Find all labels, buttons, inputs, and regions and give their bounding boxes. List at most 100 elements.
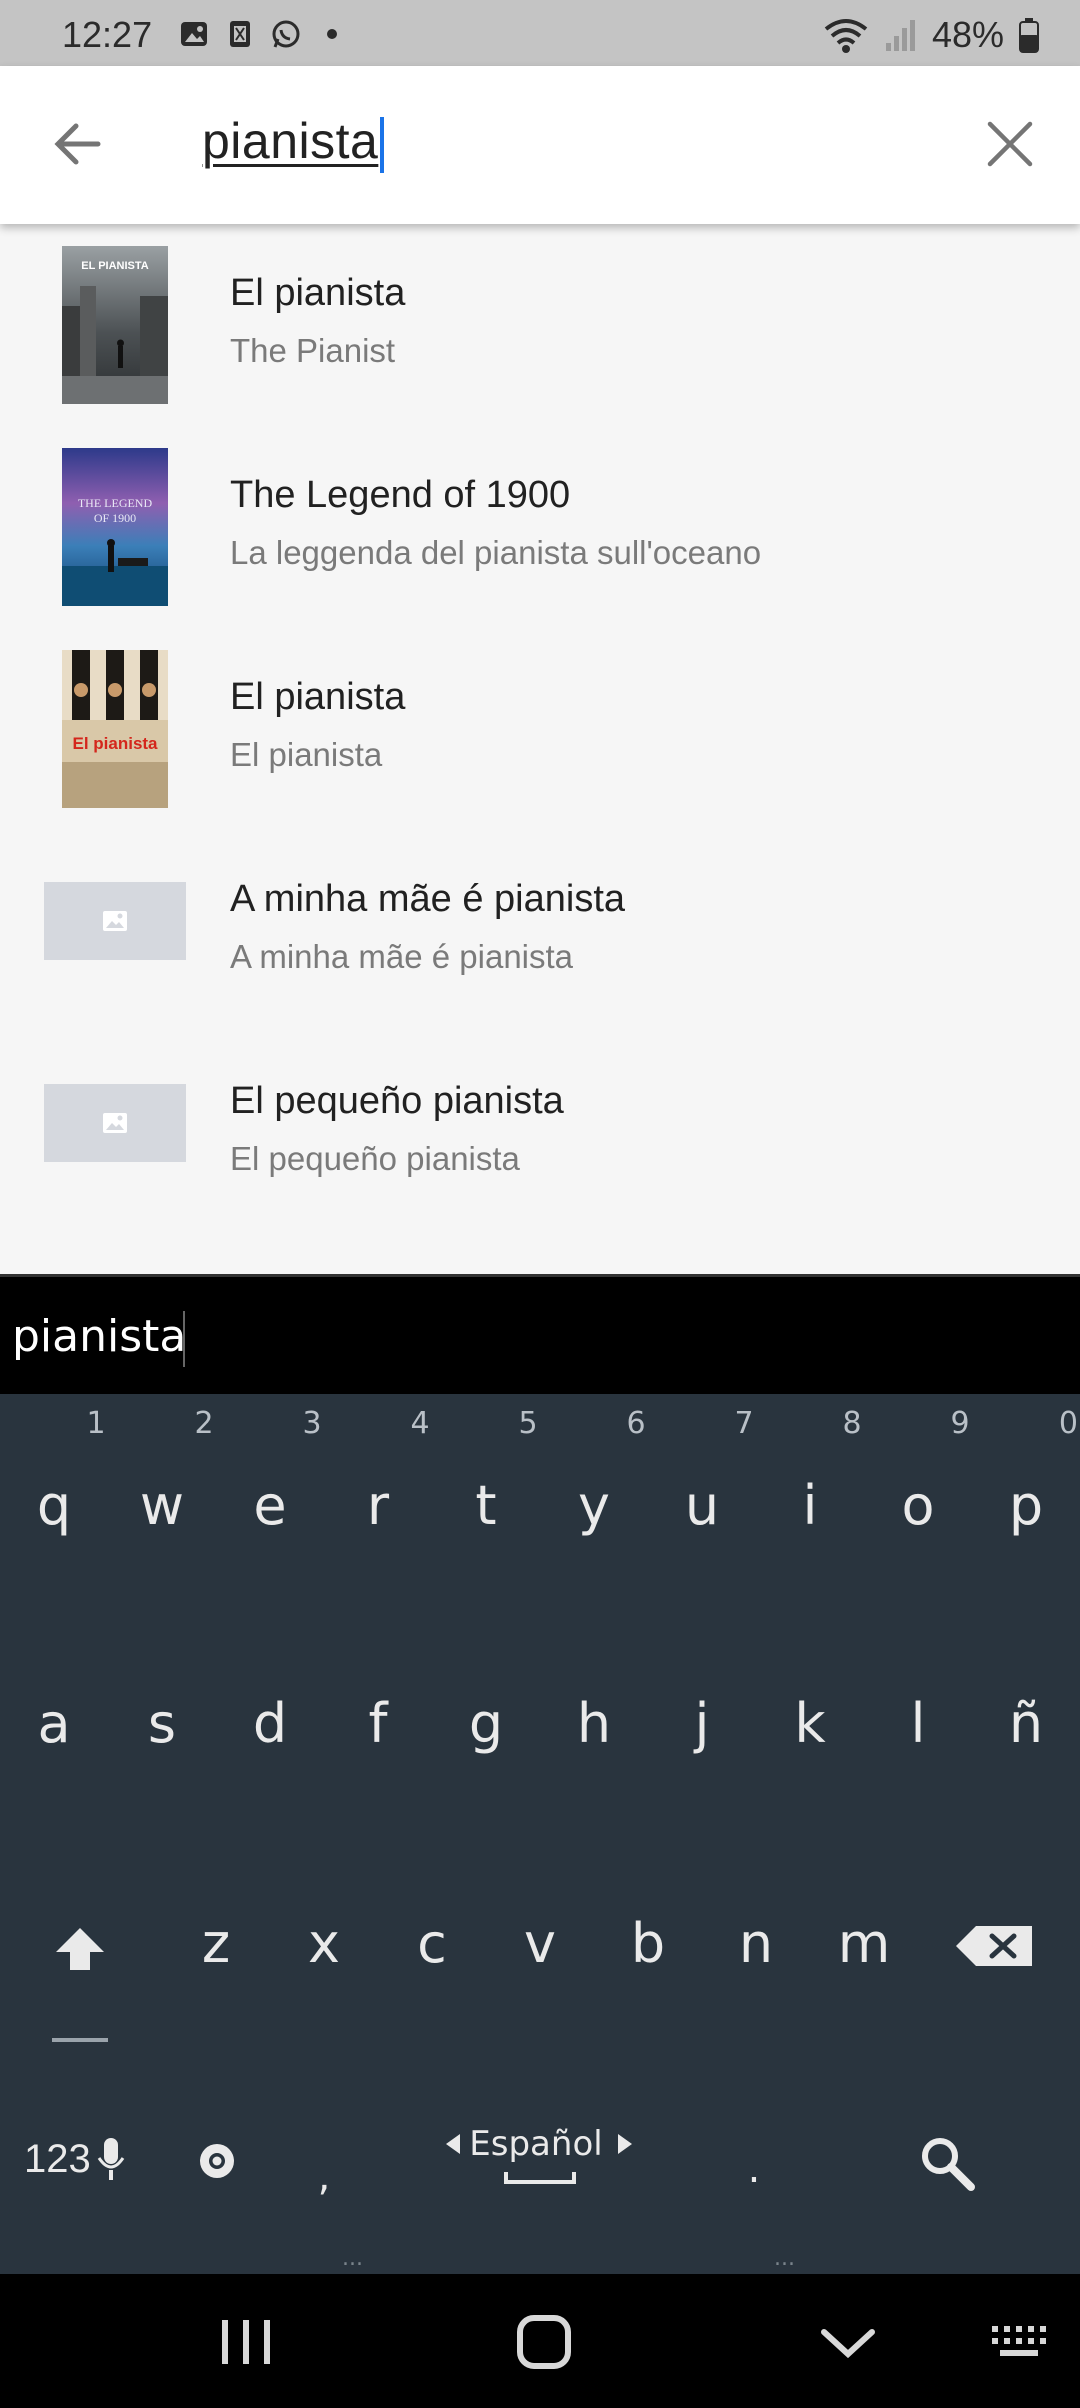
key-t[interactable]: t bbox=[436, 1474, 536, 1537]
result-subtitle: La leggenda del pianista sull'oceano bbox=[230, 534, 762, 571]
key-number-hint: 6 bbox=[626, 1406, 646, 1441]
keyboard-dots-right: ... bbox=[774, 2246, 795, 2271]
key-d[interactable]: d bbox=[220, 1692, 320, 1755]
key-r[interactable]: r bbox=[328, 1474, 428, 1537]
key-comma[interactable]: , bbox=[274, 2154, 374, 2200]
close-icon[interactable] bbox=[984, 118, 1036, 170]
text-cursor bbox=[380, 116, 385, 173]
image-placeholder-icon bbox=[103, 911, 127, 931]
key-c[interactable]: c bbox=[382, 1912, 482, 1975]
key-m[interactable]: m bbox=[814, 1912, 914, 1975]
search-bar: pianista bbox=[0, 66, 1080, 224]
key-b[interactable]: b bbox=[598, 1912, 698, 1975]
key-number-hint: 7 bbox=[734, 1406, 754, 1441]
result-title: El pequeño pianista bbox=[230, 1080, 564, 1122]
shift-icon[interactable] bbox=[52, 1924, 108, 1974]
language-label: Español bbox=[469, 2124, 603, 2164]
result-subtitle: A minha mãe é pianista bbox=[230, 938, 574, 975]
key-number-hint: 9 bbox=[950, 1406, 970, 1441]
result-item[interactable]: A minha mãe é pianista A minha mãe é pia… bbox=[0, 830, 1080, 1032]
result-title: The Legend of 1900 bbox=[230, 474, 571, 516]
suggestion-word[interactable]: pianista bbox=[12, 1311, 186, 1362]
result-item[interactable]: El pianista El pianista El pianista bbox=[0, 628, 1080, 830]
result-title: El pianista bbox=[230, 676, 406, 718]
numbers-mode-label: 123 bbox=[24, 2136, 91, 2181]
shift-indicator bbox=[52, 2038, 108, 2042]
image-placeholder-icon bbox=[103, 1113, 127, 1133]
key-g[interactable]: g bbox=[436, 1692, 536, 1755]
backspace-icon[interactable] bbox=[954, 1922, 1036, 1970]
poster-art bbox=[62, 539, 168, 606]
keyboard: 1 2 3 4 5 6 7 8 9 0 q w e r t y u i o p … bbox=[0, 1394, 1080, 2274]
key-h[interactable]: h bbox=[544, 1692, 644, 1755]
key-number-hint: 2 bbox=[194, 1406, 214, 1441]
key-w[interactable]: w bbox=[112, 1474, 212, 1537]
key-o[interactable]: o bbox=[868, 1474, 968, 1537]
gallery-icon bbox=[181, 22, 207, 46]
poster-title-text: THE LEGEND OF 1900 bbox=[77, 496, 153, 525]
key-y[interactable]: y bbox=[544, 1474, 644, 1537]
image-placeholder bbox=[44, 882, 186, 960]
key-f[interactable]: f bbox=[328, 1692, 428, 1755]
notification-icons bbox=[178, 18, 348, 50]
result-item[interactable]: EL PIANISTA El pianista The Pianist bbox=[0, 224, 1080, 426]
key-q[interactable]: q bbox=[4, 1474, 104, 1537]
suggestion-divider bbox=[183, 1311, 185, 1367]
dot-icon bbox=[327, 29, 337, 39]
result-item[interactable]: El pequeño pianista El pequeño pianista bbox=[0, 1032, 1080, 1234]
back-arrow-icon[interactable] bbox=[48, 114, 108, 174]
key-number-hint: 1 bbox=[86, 1406, 106, 1441]
key-s[interactable]: s bbox=[112, 1692, 212, 1755]
whatsapp-icon bbox=[272, 20, 300, 48]
search-results-list: EL PIANISTA El pianista The Pianist THE … bbox=[0, 224, 1080, 1274]
microphone-icon[interactable] bbox=[95, 2136, 127, 2182]
numbers-mode-key[interactable]: 123 bbox=[24, 2136, 127, 2182]
result-subtitle: El pianista bbox=[230, 736, 383, 773]
key-z[interactable]: z bbox=[166, 1912, 266, 1975]
result-title: A minha mãe é pianista bbox=[230, 878, 626, 920]
poster-title-text: EL PIANISTA bbox=[81, 260, 149, 272]
signal-icon bbox=[885, 20, 915, 51]
spacebar[interactable]: Español bbox=[436, 2124, 636, 2194]
key-n[interactable]: n bbox=[706, 1912, 806, 1975]
key-number-hint: 0 bbox=[1058, 1406, 1078, 1441]
key-l[interactable]: l bbox=[868, 1692, 968, 1755]
key-n-tilde[interactable]: ñ bbox=[976, 1692, 1076, 1755]
settings-gear-icon[interactable] bbox=[194, 2138, 240, 2184]
keyboard-toggle-icon[interactable] bbox=[990, 2312, 1054, 2372]
search-input[interactable]: pianista bbox=[202, 112, 385, 173]
key-period[interactable]: . bbox=[704, 2146, 804, 2192]
key-x[interactable]: x bbox=[274, 1912, 374, 1975]
key-a[interactable]: a bbox=[4, 1692, 104, 1755]
keyboard-suggestion-bar: pianista bbox=[0, 1274, 1080, 1397]
movie-poster: EL PIANISTA bbox=[62, 246, 168, 404]
recent-apps-icon[interactable] bbox=[214, 2312, 278, 2372]
result-item[interactable]: THE LEGEND OF 1900 The Legend of 1900 La… bbox=[0, 426, 1080, 628]
wifi-icon bbox=[824, 19, 868, 53]
key-v[interactable]: v bbox=[490, 1912, 590, 1975]
status-bar: 12:27 48% bbox=[0, 0, 1080, 66]
system-navigation-bar bbox=[0, 2274, 1080, 2408]
movie-poster: THE LEGEND OF 1900 bbox=[62, 448, 168, 606]
chevron-down-icon[interactable] bbox=[816, 2312, 880, 2372]
app-notification-icon bbox=[230, 21, 250, 47]
key-number-hint: 4 bbox=[410, 1406, 430, 1441]
result-title: El pianista bbox=[230, 272, 406, 314]
result-subtitle: El pequeño pianista bbox=[230, 1140, 520, 1177]
key-j[interactable]: j bbox=[652, 1692, 752, 1755]
search-icon[interactable] bbox=[918, 2134, 976, 2192]
poster-art bbox=[62, 650, 168, 808]
poster-title-text: El pianista bbox=[72, 734, 158, 753]
status-time: 12:27 bbox=[62, 14, 153, 55]
key-k[interactable]: k bbox=[760, 1692, 860, 1755]
movie-poster: El pianista bbox=[62, 650, 168, 808]
home-icon[interactable] bbox=[512, 2312, 576, 2372]
language-right-arrow-icon[interactable] bbox=[616, 2132, 634, 2156]
key-u[interactable]: u bbox=[652, 1474, 752, 1537]
key-i[interactable]: i bbox=[760, 1474, 860, 1537]
key-e[interactable]: e bbox=[220, 1474, 320, 1537]
search-query-text: pianista bbox=[202, 113, 379, 169]
battery-icon bbox=[1019, 18, 1039, 53]
key-p[interactable]: p bbox=[976, 1474, 1076, 1537]
keyboard-dots-left: ... bbox=[342, 2246, 363, 2271]
